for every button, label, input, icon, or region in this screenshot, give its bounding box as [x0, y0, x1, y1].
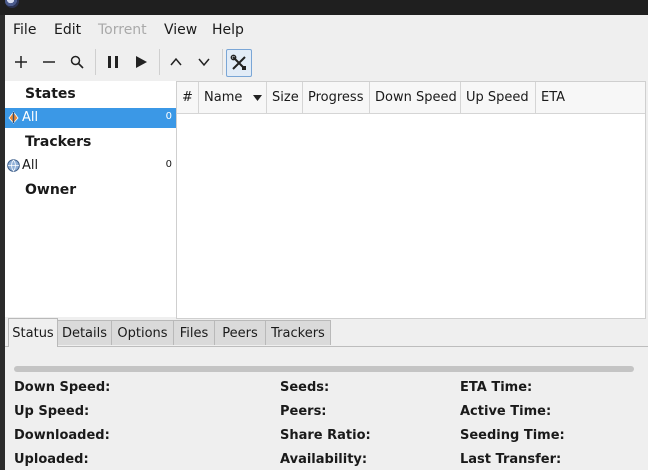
remove-torrent-button[interactable]: [37, 49, 61, 75]
menu-file[interactable]: File: [13, 22, 36, 38]
tab-status[interactable]: Status: [8, 318, 58, 347]
up-speed-label: Up Speed:: [14, 404, 90, 419]
preferences-button[interactable]: [226, 49, 252, 77]
column-header-name[interactable]: Name: [199, 82, 267, 113]
move-down-icon: [198, 58, 210, 67]
sidebar-item-label: All: [22, 110, 39, 125]
move-up-icon: [170, 57, 182, 66]
tab-trackers[interactable]: Trackers: [265, 320, 331, 345]
column-header-eta[interactable]: ETA: [536, 82, 645, 113]
torrent-table[interactable]: # Name Size Progress Down Speed Up Speed…: [176, 81, 646, 319]
pause-button[interactable]: [101, 49, 125, 75]
menu-view[interactable]: View: [164, 22, 197, 38]
sidebar-item-states-all[interactable]: All 0: [5, 108, 176, 128]
states-header: States: [25, 86, 76, 102]
menu-help[interactable]: Help: [212, 22, 244, 38]
tab-details[interactable]: Details: [57, 320, 112, 345]
filter-button[interactable]: [65, 49, 89, 75]
menu-torrent[interactable]: Torrent: [98, 22, 147, 38]
sort-descending-icon: [252, 94, 262, 101]
share-ratio-label: Share Ratio:: [280, 428, 371, 443]
remove-icon: [43, 61, 55, 63]
toolbar-separator: [159, 49, 160, 75]
search-icon: [70, 55, 84, 69]
all-states-icon: [8, 111, 19, 124]
queue-down-button[interactable]: [192, 49, 216, 75]
column-header-progress[interactable]: Progress: [303, 82, 370, 113]
globe-icon: [7, 159, 20, 172]
status-progress-bar: [14, 366, 634, 372]
sidebar-item-count: 0: [165, 159, 172, 170]
menubar: File Edit Torrent View Help: [5, 15, 648, 45]
filter-sidebar: States All 0 Trackers All 0 Owner: [5, 81, 177, 317]
menu-edit[interactable]: Edit: [54, 22, 81, 38]
app-window: File Edit Torrent View Help States All 0…: [5, 15, 648, 470]
play-icon: [136, 56, 147, 68]
uploaded-label: Uploaded:: [14, 452, 89, 467]
table-header: # Name Size Progress Down Speed Up Speed…: [177, 82, 645, 114]
tab-options[interactable]: Options: [111, 320, 174, 345]
tab-files[interactable]: Files: [173, 320, 215, 345]
last-transfer-label: Last Transfer:: [460, 452, 562, 467]
active-time-label: Active Time:: [460, 404, 552, 419]
seeding-time-label: Seeding Time:: [460, 428, 565, 443]
trackers-header: Trackers: [25, 134, 92, 150]
sidebar-item-trackers-all[interactable]: All 0: [5, 156, 176, 176]
tab-peers[interactable]: Peers: [214, 320, 266, 345]
window-titlebar: [0, 0, 648, 15]
queue-up-button[interactable]: [164, 49, 188, 75]
availability-label: Availability:: [280, 452, 368, 467]
details-tabs: Status Details Options Files Peers Track…: [5, 318, 648, 347]
column-header-up-speed[interactable]: Up Speed: [461, 82, 536, 113]
sidebar-item-count: 0: [165, 111, 172, 122]
downloaded-label: Downloaded:: [14, 428, 110, 443]
column-header-number[interactable]: #: [177, 82, 199, 113]
column-header-label: Name: [204, 90, 243, 105]
column-header-down-speed[interactable]: Down Speed: [370, 82, 461, 113]
seeds-label: Seeds:: [280, 380, 330, 395]
eta-time-label: ETA Time:: [460, 380, 533, 395]
toolbar-separator: [95, 49, 96, 75]
add-torrent-button[interactable]: [9, 49, 33, 75]
column-header-size[interactable]: Size: [267, 82, 303, 113]
peers-label: Peers:: [280, 404, 327, 419]
toolbar-separator: [222, 49, 223, 75]
resume-button[interactable]: [129, 49, 153, 75]
sidebar-item-label: All: [22, 158, 39, 173]
down-speed-label: Down Speed:: [14, 380, 111, 395]
app-icon: [5, 0, 19, 8]
preferences-icon: [230, 54, 246, 70]
pause-icon: [108, 56, 118, 68]
add-icon: [15, 56, 27, 68]
toolbar: [5, 46, 648, 80]
owner-header: Owner: [25, 182, 77, 198]
